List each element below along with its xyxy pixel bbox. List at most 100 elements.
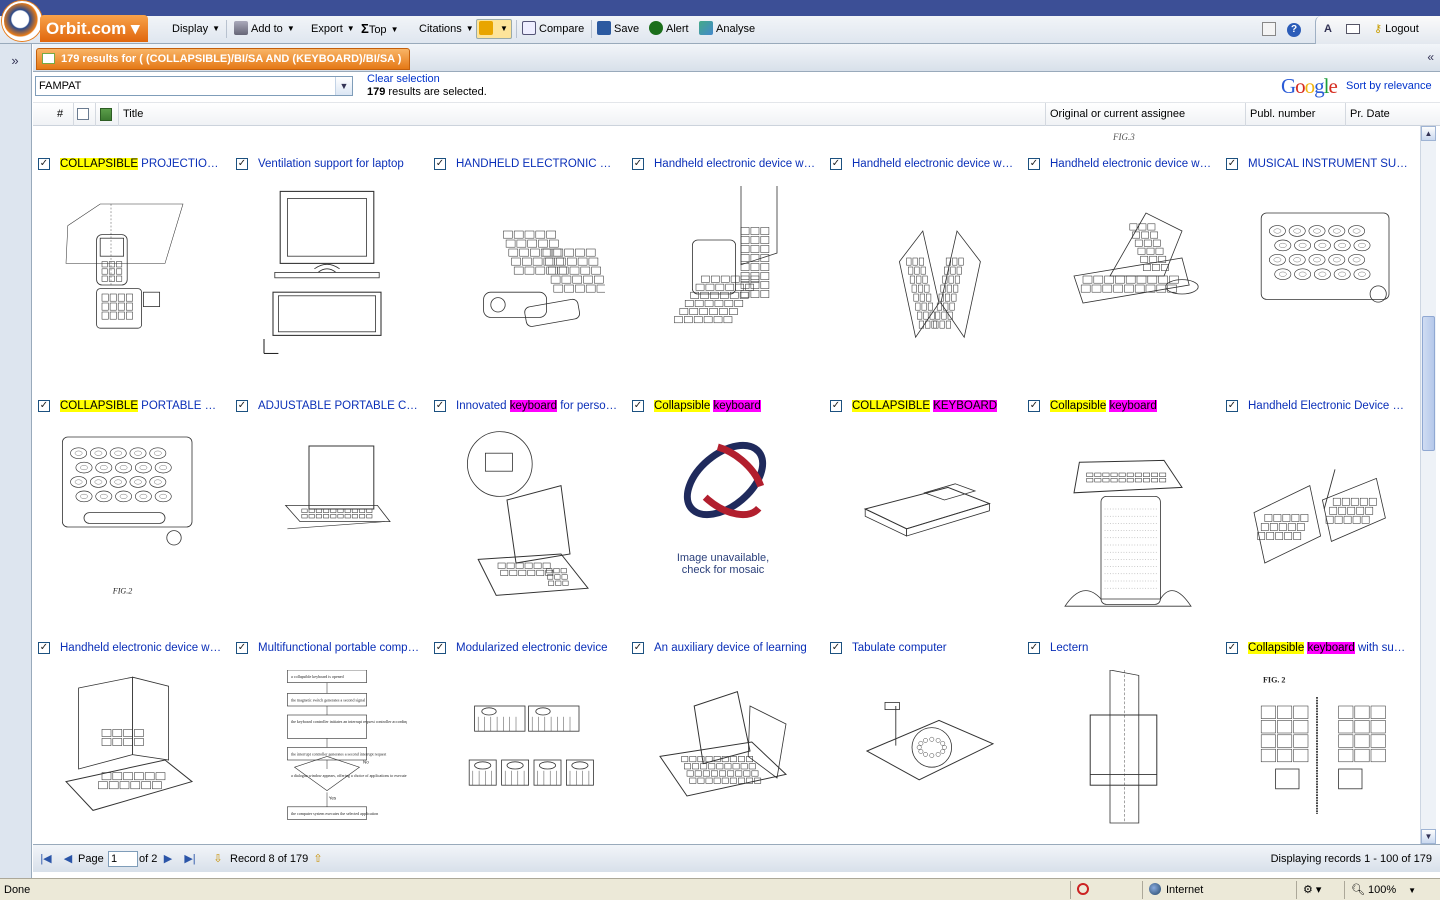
result-tile[interactable]: ✓ Ventilation support for laptop [231,126,429,368]
alert-button[interactable]: Alert [649,20,689,38]
page-number-input[interactable] [108,851,138,867]
orbit-logo[interactable]: Orbit.com ▾ [0,0,150,44]
next-page-icon[interactable]: ▶ [161,852,175,866]
result-title-link[interactable]: COLLAPSIBLE PORTABLE DISPLAY [60,399,223,413]
result-title-link[interactable]: Handheld Electronic Device with keyboard [1248,399,1411,413]
result-tile[interactable]: ✓ Handheld electronic device with keyboar… [627,126,825,368]
result-tile[interactable]: ✓ ADJUSTABLE PORTABLE COMPUTER [231,368,429,610]
result-title-link[interactable]: Handheld electronic device with keyboard [852,157,1015,171]
logout-button[interactable]: ⚷ Logout [1374,20,1419,38]
analyse-button[interactable]: Analyse [699,20,755,38]
expand-panel-icon[interactable]: » [4,52,26,70]
add-to-menu[interactable]: Add to ▼ [234,20,295,38]
result-tile[interactable]: ✓ COLLAPSIBLE KEYBOARD [825,368,1023,610]
patent-drawing-thumbnail[interactable] [445,186,605,366]
result-tile[interactable]: ✓ COLLAPSIBLE PROJECTION DISPLAY DEVICE [33,126,231,368]
citations-menu[interactable]: Citations ▼ [419,20,474,38]
result-title-link[interactable]: Handheld electronic device with keyboard [1050,157,1213,171]
result-tile[interactable]: ✓ HANDHELD ELECTRONIC DEVICE [429,126,627,368]
result-checkbox[interactable]: ✓ [236,642,248,654]
patent-drawing-thumbnail[interactable] [841,428,1001,608]
select-all-checkbox[interactable] [77,108,89,120]
result-checkbox[interactable]: ✓ [1226,158,1238,170]
result-checkbox[interactable]: ✓ [1028,642,1040,654]
result-checkbox[interactable]: ✓ [434,642,446,654]
result-title-link[interactable]: MUSICAL INSTRUMENT SUPPORT [1248,157,1411,171]
result-checkbox[interactable]: ✓ [632,400,644,412]
protected-mode-icon[interactable]: ⚙ ▾ [1296,881,1342,899]
chevron-down-icon[interactable]: ▼ [335,77,352,95]
patent-drawing-thumbnail[interactable] [643,186,803,366]
mail-icon[interactable] [1346,24,1360,34]
column-number[interactable]: # [53,103,71,126]
clear-selection-link[interactable]: Clear selection [367,73,440,86]
column-publ-number[interactable]: Publ. number [1245,103,1345,126]
patent-drawing-thumbnail[interactable] [841,670,1001,844]
preferences-icon[interactable] [1262,22,1276,36]
result-tile[interactable]: ✓ Innovated keyboard for personal compute… [429,368,627,610]
patent-drawing-thumbnail[interactable] [445,670,605,844]
patent-drawing-thumbnail[interactable] [1237,428,1397,608]
patent-drawing-thumbnail[interactable]: FIG.2 [49,428,209,608]
top-menu[interactable]: ΣTop ▼ [361,20,398,38]
patent-drawing-thumbnail[interactable] [1039,186,1199,366]
result-title-link[interactable]: COLLAPSIBLE PROJECTION DISPLAY DEVICE [60,157,223,171]
zoom-control[interactable]: 🔍︎ 100% ▼ [1344,881,1440,899]
scroll-down-arrow-icon[interactable]: ▼ [1421,829,1436,844]
result-tile[interactable]: ✓ COLLAPSIBLE PORTABLE DISPLAY FIG.2 [33,368,231,610]
patent-drawing-thumbnail[interactable] [247,428,407,608]
next-record-arrow-icon[interactable]: ⇧ [311,852,325,866]
vertical-scrollbar[interactable]: ▲ ▼ [1420,126,1436,844]
collection-select[interactable]: FAMPAT ▼ [35,76,353,96]
result-tile[interactable]: ✓ Modularized electronic device [429,610,627,844]
patent-drawing-thumbnail[interactable] [1237,186,1397,366]
translate-icon[interactable]: A [1324,20,1332,38]
result-title-link[interactable]: Ventilation support for laptop [258,157,421,171]
result-tile[interactable]: ✓ Handheld electronic device with keyboar… [825,126,1023,368]
result-checkbox[interactable]: ✓ [1226,400,1238,412]
patent-drawing-thumbnail[interactable] [49,186,209,366]
result-title-link[interactable]: Handheld electronic device with keyboard [654,157,817,171]
result-title-link[interactable]: Modularized electronic device [456,641,619,655]
patent-drawing-thumbnail[interactable] [1039,428,1199,608]
export-menu[interactable]: Export ▼ [311,20,355,38]
display-menu[interactable]: Display ▼ [172,20,220,38]
result-checkbox[interactable]: ✓ [1028,400,1040,412]
result-title-link[interactable]: Collapsible keyboard [1050,399,1213,413]
result-tile[interactable]: ✓ Handheld electronic device with keyboar… [33,610,231,844]
help-icon[interactable]: ? [1287,23,1301,37]
result-title-link[interactable]: Lectern [1050,641,1213,655]
result-checkbox[interactable]: ✓ [236,400,248,412]
result-checkbox[interactable]: ✓ [38,158,50,170]
result-tile[interactable]: ✓ An auxiliary device of learning [627,610,825,844]
result-title-link[interactable]: COLLAPSIBLE KEYBOARD [852,399,1015,413]
google-logo[interactable]: Google [1281,74,1338,99]
result-tile[interactable]: ✓ Handheld Electronic Device with keyboar… [1221,368,1419,610]
result-checkbox[interactable]: ✓ [1028,158,1040,170]
spreadsheet-column[interactable] [95,103,117,126]
first-page-icon[interactable]: |◀ [39,852,53,866]
result-checkbox[interactable]: ✓ [38,400,50,412]
result-tile[interactable]: ✓ Lectern [1023,610,1221,844]
patent-drawing-thumbnail[interactable] [247,186,407,366]
patent-drawing-thumbnail[interactable] [841,186,1001,366]
last-page-icon[interactable]: ▶| [183,852,197,866]
result-title-link[interactable]: Tabulate computer [852,641,1015,655]
result-tile[interactable]: ✓ Collapsible keyboard [1023,368,1221,610]
column-assignee[interactable]: Original or current assignee [1045,103,1245,126]
result-title-link[interactable]: Handheld electronic device with keyboard [60,641,223,655]
result-checkbox[interactable]: ✓ [434,400,446,412]
save-button[interactable]: Save [597,20,639,38]
result-checkbox[interactable]: ✓ [236,158,248,170]
result-title-link[interactable]: ADJUSTABLE PORTABLE COMPUTER [258,399,421,413]
result-title-link[interactable]: Multifunctional portable computer [258,641,421,655]
scroll-thumb[interactable] [1422,316,1435,451]
result-tile[interactable]: ✓ Multifunctional portable computer a coll… [231,610,429,844]
result-checkbox[interactable]: ✓ [434,158,446,170]
result-tile[interactable]: ✓ Handheld electronic device with keyboar… [1023,126,1221,368]
result-tile[interactable]: ✓ Collapsible keyboard with support FIG. 2 [1221,610,1419,844]
patent-drawing-thumbnail[interactable] [1039,670,1199,844]
collapse-panel-icon[interactable]: « [1427,50,1434,64]
result-tile[interactable]: ✓ Collapsible keyboard Image unavailable, c… [627,368,825,610]
result-title-link[interactable]: Collapsible keyboard [654,399,817,413]
